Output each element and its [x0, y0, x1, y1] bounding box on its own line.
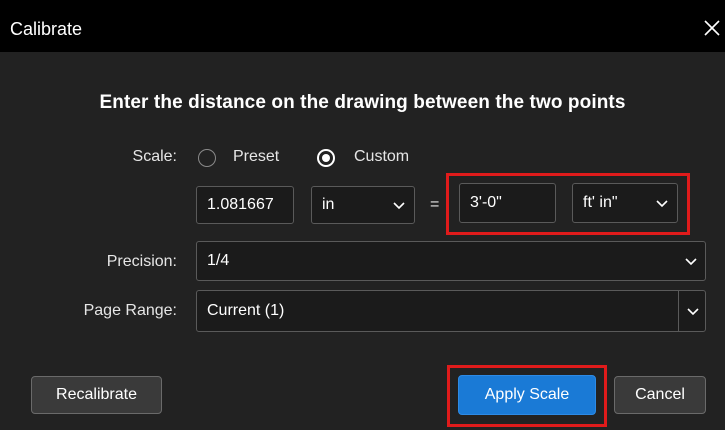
drawing-distance-input[interactable] — [196, 186, 294, 224]
real-distance-input[interactable] — [459, 183, 556, 223]
page-range-value: Current (1) — [207, 302, 285, 319]
apply-scale-button[interactable]: Apply Scale — [458, 375, 596, 415]
chevron-down-icon — [687, 308, 699, 316]
scale-label: Scale: — [132, 148, 177, 165]
instruction-heading: Enter the distance on the drawing betwee… — [99, 92, 626, 113]
real-unit-select[interactable]: ft' in" — [572, 183, 678, 223]
chevron-down-icon — [393, 202, 405, 210]
real-unit-value: ft' in" — [583, 194, 618, 211]
preset-radio[interactable] — [198, 149, 216, 167]
page-range-select[interactable]: Current (1) — [196, 290, 706, 332]
precision-label: Precision: — [106, 253, 177, 270]
precision-value: 1/4 — [207, 252, 230, 269]
custom-radio[interactable] — [317, 149, 335, 167]
equals-sign: = — [430, 196, 440, 213]
close-icon[interactable] — [700, 16, 724, 40]
cancel-button[interactable]: Cancel — [614, 376, 706, 414]
title-bar: Calibrate — [0, 0, 725, 52]
dialog-title: Calibrate — [10, 19, 83, 39]
custom-radio-label[interactable]: Custom — [354, 148, 409, 166]
precision-select[interactable]: 1/4 — [196, 241, 706, 281]
page-range-label: Page Range: — [83, 302, 177, 319]
recalibrate-button[interactable]: Recalibrate — [31, 376, 162, 414]
drawing-unit-select[interactable]: in — [311, 186, 415, 224]
preset-radio-label[interactable]: Preset — [233, 148, 279, 166]
select-divider — [678, 291, 679, 331]
drawing-unit-value: in — [322, 196, 335, 213]
chevron-down-icon — [685, 258, 697, 266]
chevron-down-icon — [656, 200, 668, 208]
